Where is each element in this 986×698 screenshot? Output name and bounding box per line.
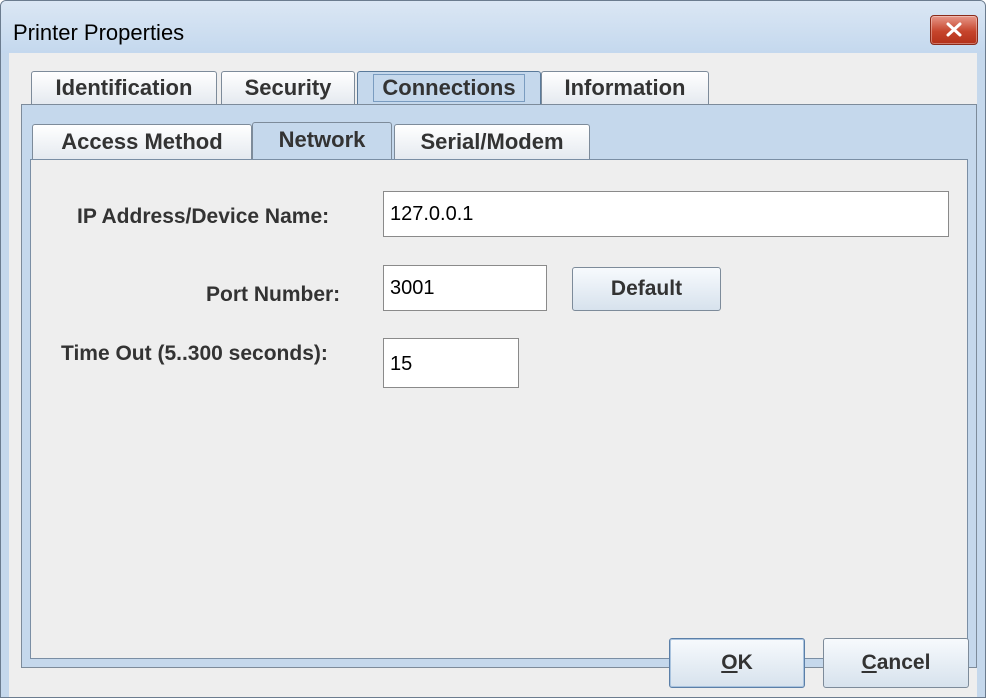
tab-identification[interactable]: Identification xyxy=(31,71,217,105)
title-bar[interactable]: Printer Properties xyxy=(1,1,985,53)
cancel-button[interactable]: Cancel xyxy=(823,638,969,688)
dialog-body: Identification Security Connections Info… xyxy=(9,53,977,697)
ok-button[interactable]: OK xyxy=(669,638,805,688)
tab-connections[interactable]: Connections xyxy=(357,71,541,108)
timeout-input[interactable]: 15 xyxy=(383,338,519,388)
ok-label-rest: K xyxy=(737,651,753,674)
tab-security-label: Security xyxy=(244,75,332,100)
ok-mnemonic: O xyxy=(721,651,738,674)
tab-access-method[interactable]: Access Method xyxy=(32,124,252,160)
tab-identification-label: Identification xyxy=(55,75,193,100)
port-number-label: Port Number: xyxy=(206,283,341,306)
tab-serial-modem-label: Serial/Modem xyxy=(420,129,564,154)
cancel-mnemonic: C xyxy=(861,651,877,674)
network-panel: IP Address/Device Name: 127.0.0.1 Port N… xyxy=(30,159,968,659)
tab-access-method-label: Access Method xyxy=(61,129,223,154)
tab-connections-label: Connections xyxy=(373,74,525,102)
close-icon xyxy=(946,22,962,37)
ip-address-label: IP Address/Device Name: xyxy=(77,205,330,228)
close-button[interactable] xyxy=(930,15,978,45)
tab-network[interactable]: Network xyxy=(252,122,392,162)
tab-information-label: Information xyxy=(564,75,686,100)
default-button[interactable]: Default xyxy=(572,267,721,311)
window-title: Printer Properties xyxy=(13,20,185,45)
tab-serial-modem[interactable]: Serial/Modem xyxy=(394,124,590,160)
tab-network-label: Network xyxy=(278,127,366,152)
connections-panel: Access Method Network Serial/Modem IP Ad… xyxy=(21,104,977,668)
printer-properties-dialog: Printer Properties Identification Securi… xyxy=(0,0,986,698)
tab-security[interactable]: Security xyxy=(221,71,355,105)
timeout-label: Time Out (5..300 seconds): xyxy=(61,342,328,365)
port-number-input[interactable]: 3001 xyxy=(383,265,547,311)
cancel-label-rest: ancel xyxy=(876,651,931,674)
tab-information[interactable]: Information xyxy=(541,71,709,105)
ip-address-input[interactable]: 127.0.0.1 xyxy=(383,191,949,237)
